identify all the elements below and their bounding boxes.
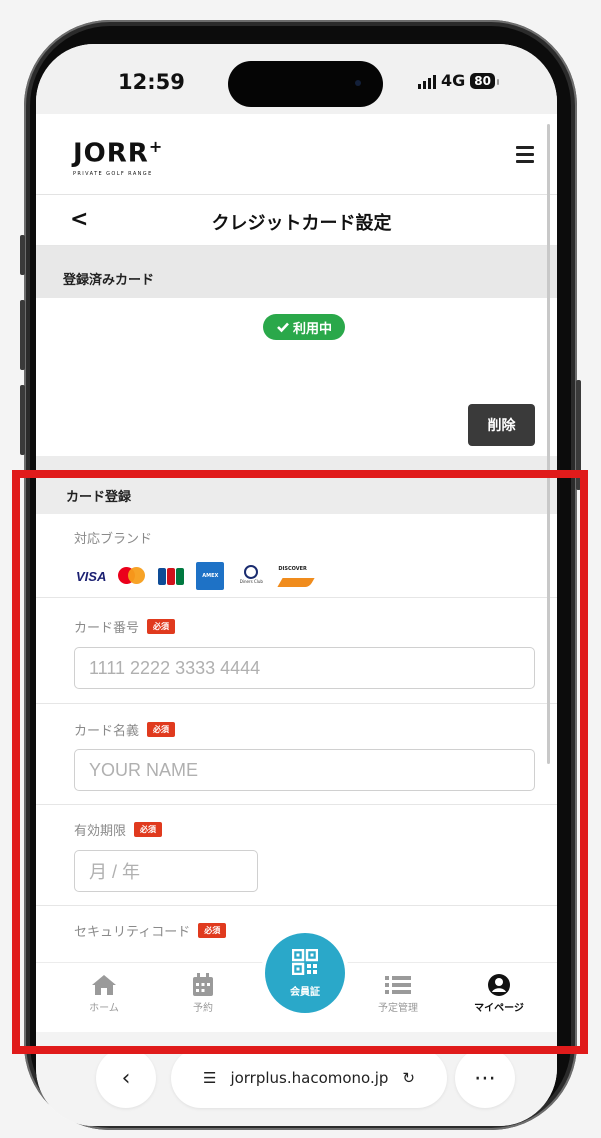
front-camera — [355, 80, 361, 86]
battery-icon: 80 — [470, 72, 499, 89]
address-bar-url: jorrplus.hacomono.jp — [230, 1069, 389, 1087]
status-right: 4G 80 — [418, 71, 499, 90]
signal-icon — [418, 73, 436, 89]
page-title: クレジットカード設定 — [211, 213, 392, 234]
mute-switch — [20, 235, 25, 275]
delete-card-button[interactable]: 削除 — [468, 404, 535, 446]
logo-text: JORR — [73, 138, 149, 169]
highlight-box — [12, 470, 588, 1054]
more-icon: ⋯ — [474, 1065, 496, 1091]
browser-back-button[interactable]: ‹ — [96, 1048, 156, 1108]
status-bar: 12:59 4G 80 — [36, 44, 557, 114]
logo-plus: + — [148, 137, 164, 156]
hamburger-menu-icon[interactable] — [516, 146, 534, 167]
network-type: 4G — [441, 71, 466, 90]
volume-up-button — [20, 300, 25, 370]
reader-icon: ☰ — [202, 1069, 217, 1087]
volume-down-button — [20, 385, 25, 455]
registered-cards-heading: 登録済みカード — [63, 273, 155, 288]
registered-cards-header: 登録済みカード — [36, 246, 557, 298]
status-badge-in-use: 利用中 — [263, 314, 345, 340]
app-header: JORR+ PRIVATE GOLF RANGE — [36, 114, 557, 195]
check-icon — [277, 322, 289, 333]
browser-more-button[interactable]: ⋯ — [455, 1048, 515, 1108]
page-nav: < クレジットカード設定 — [36, 195, 557, 246]
logo-wordmark: JORR+ — [73, 134, 163, 167]
status-time: 12:59 — [118, 70, 185, 94]
logo-subtitle: PRIVATE GOLF RANGE — [73, 170, 153, 177]
brand-logo[interactable]: JORR+ PRIVATE GOLF RANGE — [73, 134, 163, 177]
reload-icon: ↻ — [402, 1069, 415, 1087]
chevron-left-icon: ‹ — [121, 1065, 131, 1091]
address-bar[interactable]: ☰ jorrplus.hacomono.jp ↻ — [171, 1048, 447, 1108]
dynamic-island — [228, 61, 383, 107]
status-badge-label: 利用中 — [292, 321, 332, 337]
